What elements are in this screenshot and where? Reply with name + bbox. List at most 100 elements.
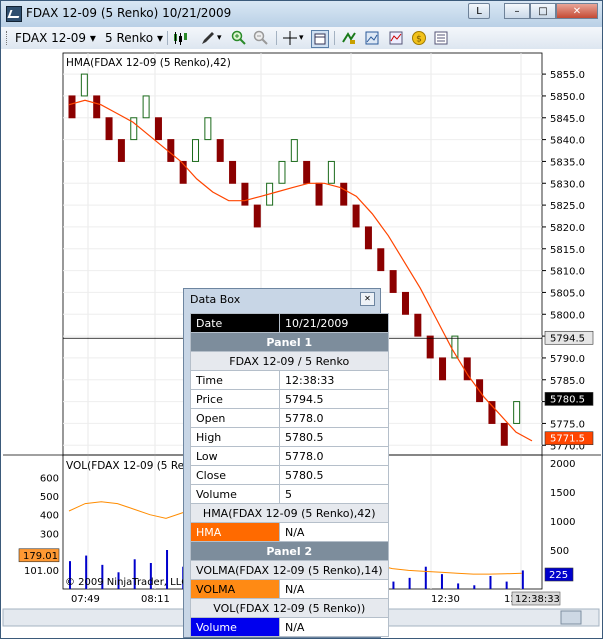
renko-brick bbox=[500, 422, 508, 446]
databox-icon[interactable] bbox=[311, 30, 329, 48]
row-label: Low bbox=[190, 446, 280, 466]
minimize-button[interactable]: – bbox=[504, 3, 530, 19]
volume-right-tick-label: 1000 bbox=[550, 517, 575, 528]
indicator-icon[interactable] bbox=[388, 30, 404, 46]
crosshair-icon[interactable] bbox=[282, 30, 298, 46]
renko-brick bbox=[290, 139, 298, 162]
row-label: High bbox=[190, 427, 280, 447]
price-tick-label: 5830.0 bbox=[550, 179, 585, 190]
strategy-icon[interactable] bbox=[341, 30, 357, 46]
volume-left-marker: 179.01 bbox=[23, 551, 58, 562]
zoom-in-icon[interactable] bbox=[231, 30, 247, 46]
row-value: 12:38:33 bbox=[279, 370, 389, 390]
price-tick-label: 5800.0 bbox=[550, 310, 585, 321]
close-icon[interactable]: ✕ bbox=[360, 292, 375, 306]
renko-brick bbox=[204, 117, 212, 141]
price-tick-label: 5835.0 bbox=[550, 157, 585, 168]
list-icon[interactable] bbox=[433, 30, 449, 46]
volume-bar bbox=[392, 581, 395, 589]
data-box-row: High 5780.5 bbox=[190, 427, 389, 447]
pencil-icon[interactable] bbox=[200, 30, 216, 46]
price-tick-label: 5775.0 bbox=[550, 419, 585, 430]
row-value: 5794.5 bbox=[279, 389, 389, 409]
volume-bar bbox=[473, 585, 476, 589]
chevron-down-icon: ▾ bbox=[89, 31, 96, 45]
panel1-header: Panel 1 bbox=[190, 332, 389, 352]
renko-brick bbox=[414, 313, 422, 337]
coin-icon[interactable]: $ bbox=[411, 30, 427, 46]
volma-label: VOLMA bbox=[190, 579, 280, 599]
price-tick-label: 5845.0 bbox=[550, 114, 585, 125]
data-box-row: Price 5794.5 bbox=[190, 389, 389, 409]
toolbar-separator bbox=[334, 31, 335, 45]
vol-header: VOL(FDAX 12-09 (5 Renko)) bbox=[190, 598, 389, 618]
instrument-selector[interactable]: FDAX 12-09 ▾ bbox=[15, 30, 96, 46]
renko-brick bbox=[80, 73, 88, 97]
data-box-row: Low 5778.0 bbox=[190, 446, 389, 466]
chevron-down-icon: ▾ bbox=[156, 31, 163, 45]
period-selector[interactable]: 5 Renko ▾ bbox=[105, 30, 163, 46]
row-label: Price bbox=[190, 389, 280, 409]
volume-left-tick-label: 500 bbox=[40, 492, 59, 503]
panel2-header: Panel 2 bbox=[190, 541, 389, 561]
maximize-button[interactable]: □ bbox=[530, 3, 556, 19]
price-tick-label: 5825.0 bbox=[550, 201, 585, 212]
price-indicator-label: HMA(FDAX 12-09 (5 Renko),42) bbox=[66, 57, 231, 69]
renko-brick bbox=[426, 335, 434, 359]
time-marker: 12:38:33 bbox=[515, 594, 560, 605]
row-value: 5780.5 bbox=[279, 465, 389, 485]
renko-brick bbox=[117, 139, 125, 162]
renko-brick bbox=[105, 117, 113, 141]
data-box-title: Data Box bbox=[190, 293, 241, 306]
row-label: Time bbox=[190, 370, 280, 390]
renko-brick bbox=[278, 160, 286, 184]
volume-bar bbox=[408, 577, 411, 589]
renko-brick bbox=[229, 160, 237, 184]
title-bar[interactable]: FDAX 12-09 (5 Renko) 10/21/2009 L – □ ✕ bbox=[1, 1, 602, 28]
price-tick-label: 5805.0 bbox=[550, 288, 585, 299]
price-marker-hma: 5771.5 bbox=[550, 434, 585, 445]
renko-brick bbox=[340, 182, 348, 206]
row-value: 5778.0 bbox=[279, 446, 389, 466]
data-box-rows: Time 12:38:33 Price 5794.5 Open 5778.0 High 578… bbox=[190, 370, 389, 504]
copyright-text: © 2009 NinjaTrader, LLC bbox=[65, 577, 188, 588]
zoom-out-icon[interactable] bbox=[253, 30, 269, 46]
hma-value: N/A bbox=[279, 522, 389, 542]
renko-brick bbox=[303, 160, 311, 184]
renko-brick bbox=[327, 160, 335, 184]
volume-left-tick-label: 101.00 bbox=[24, 566, 59, 577]
renko-brick bbox=[192, 139, 200, 162]
chart-props-icon[interactable] bbox=[364, 30, 380, 46]
volume-bar bbox=[521, 570, 524, 589]
chevron-down-icon[interactable]: ▾ bbox=[299, 30, 304, 46]
chevron-down-icon[interactable]: ▾ bbox=[217, 30, 222, 46]
renko-brick bbox=[377, 248, 385, 272]
renko-brick bbox=[167, 139, 175, 162]
row-value: 5780.5 bbox=[279, 427, 389, 447]
close-button[interactable]: ✕ bbox=[556, 3, 598, 19]
date-label: Date bbox=[190, 313, 280, 333]
volume-bar bbox=[440, 574, 443, 589]
row-label: Volume bbox=[190, 484, 280, 504]
data-box-window[interactable]: Data Box ✕ Date 10/21/2009 Panel 1 FDAX 1… bbox=[183, 288, 389, 638]
renko-brick bbox=[488, 401, 496, 424]
volume-right-tick-label: 500 bbox=[550, 546, 569, 557]
renko-brick bbox=[315, 182, 323, 206]
renko-brick bbox=[253, 204, 261, 228]
data-box-table: Date 10/21/2009 Panel 1 FDAX 12-09 / 5 Re… bbox=[190, 313, 389, 637]
chart-toolbar: FDAX 12-09 ▾ 5 Renko ▾ ▾ ▾ $ bbox=[1, 27, 602, 50]
period-label: 5 Renko bbox=[105, 31, 154, 45]
instrument-label: FDAX 12-09 bbox=[15, 31, 87, 45]
price-marker-crosshair: 5794.5 bbox=[550, 333, 585, 344]
toolbar-grip[interactable] bbox=[6, 31, 10, 45]
renko-brick bbox=[401, 291, 409, 315]
data-box-row: Time 12:38:33 bbox=[190, 370, 389, 390]
volume-left-tick-label: 300 bbox=[40, 529, 59, 540]
vol-value: N/A bbox=[279, 617, 389, 637]
row-value: 5 bbox=[279, 484, 389, 504]
candlestick-icon[interactable] bbox=[172, 30, 188, 46]
data-box-row: Volume 5 bbox=[190, 484, 389, 504]
link-button[interactable]: L bbox=[468, 3, 490, 19]
price-tick-label: 5850.0 bbox=[550, 92, 585, 103]
volume-right-tick-label: 1500 bbox=[550, 488, 575, 499]
